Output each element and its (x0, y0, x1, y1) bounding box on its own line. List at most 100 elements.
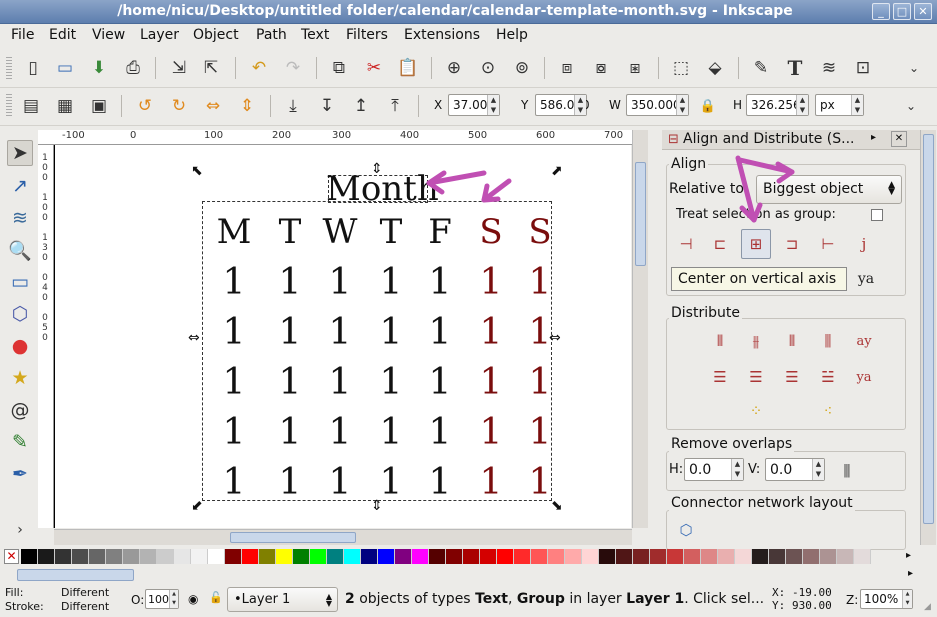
unclump-icon[interactable]: ⁖ (813, 396, 843, 426)
star-tool-icon[interactable]: ★ (7, 365, 33, 391)
visibility-eye-icon[interactable]: ◉ (188, 592, 198, 606)
color-swatch[interactable] (803, 549, 820, 564)
deselect-icon[interactable]: ▣ (88, 95, 110, 117)
color-swatch[interactable] (276, 549, 293, 564)
color-swatch[interactable] (242, 549, 259, 564)
x-stepper[interactable]: ▲ ▼ (487, 95, 499, 115)
text-font-icon[interactable]: T (784, 56, 806, 80)
select-all-icon[interactable]: ▤ (20, 95, 42, 117)
align-right-to-left-icon[interactable]: ⊣ (671, 229, 701, 259)
zoom-selection-icon[interactable]: ⊕ (443, 57, 465, 79)
y-stepper[interactable]: ▲ ▼ (574, 95, 586, 115)
color-swatch[interactable] (72, 549, 89, 564)
distribute-baseline-h-icon[interactable]: ay (849, 326, 879, 356)
color-swatch[interactable] (208, 549, 225, 564)
remove-overlaps-icon[interactable]: ⫼ (832, 456, 862, 486)
distribute-bottom-icon[interactable]: ☰ (777, 362, 807, 392)
flip-vertical-icon[interactable]: ⇕ (236, 95, 258, 117)
canvas[interactable]: Month MTWTFSS111111111111111111111111111… (54, 145, 631, 528)
dock-scrollbar[interactable] (920, 130, 936, 545)
cut-icon[interactable]: ✂ (363, 57, 385, 79)
unit-dropdown-chevron-icon[interactable]: ▲ ▼ (851, 95, 863, 115)
color-swatch[interactable] (837, 549, 854, 564)
color-swatch[interactable] (769, 549, 786, 564)
paste-icon[interactable]: 📋 (397, 57, 419, 79)
color-swatch[interactable] (616, 549, 633, 564)
color-swatch[interactable] (565, 549, 582, 564)
color-swatch[interactable] (429, 549, 446, 564)
clone-icon[interactable]: ⧇ (590, 57, 612, 79)
stroke-value[interactable]: Different (61, 600, 109, 613)
dock-menu-icon[interactable]: ▸ (871, 132, 876, 143)
w-stepper[interactable]: ▲ ▼ (676, 95, 688, 115)
color-swatch[interactable] (446, 549, 463, 564)
export-icon[interactable]: ⇱ (200, 57, 222, 79)
align-text-anchor-icon[interactable]: j (849, 229, 879, 259)
color-swatch[interactable] (327, 549, 344, 564)
horizontal-scrollbar[interactable] (54, 529, 632, 545)
distribute-center-v-icon[interactable]: ☰ (741, 362, 771, 392)
rectangle-tool-icon[interactable]: ▭ (7, 269, 33, 295)
color-swatch[interactable] (735, 549, 752, 564)
menu-layer[interactable]: Layer (140, 27, 179, 43)
fill-stroke-icon[interactable]: ✎ (750, 57, 772, 79)
node-tool-icon[interactable]: ↗ (7, 173, 33, 199)
color-swatch[interactable] (667, 549, 684, 564)
toolbar-grip[interactable] (6, 57, 12, 81)
color-swatch[interactable] (633, 549, 650, 564)
menu-filters[interactable]: Filters (346, 27, 388, 43)
color-swatch[interactable] (293, 549, 310, 564)
horizontal-scroll-thumb[interactable] (230, 532, 356, 543)
color-swatch[interactable] (650, 549, 667, 564)
zoom-tool-icon[interactable]: 🔍 (7, 237, 33, 263)
raise-top-icon[interactable]: ⤒ (384, 95, 406, 117)
tweak-tool-icon[interactable]: ≋ (7, 205, 33, 231)
save-icon[interactable]: ⬇ (88, 57, 110, 79)
color-swatch[interactable] (412, 549, 429, 564)
overlap-h-input[interactable]: 0.0 ▲ ▼ (684, 458, 744, 481)
color-swatch[interactable] (361, 549, 378, 564)
color-swatch[interactable] (191, 549, 208, 564)
xml-editor-icon[interactable]: ⊡ (852, 57, 874, 79)
dock-scroll-thumb[interactable] (923, 134, 934, 524)
unit-select[interactable]: px ▲ ▼ (815, 94, 864, 116)
menu-text[interactable]: Text (301, 27, 329, 43)
color-swatch[interactable] (786, 549, 803, 564)
vertical-scrollbar[interactable] (632, 130, 648, 528)
color-swatch[interactable] (531, 549, 548, 564)
opacity-input[interactable]: 100 ▲ ▼ (145, 589, 179, 609)
maximize-button[interactable]: □ (893, 3, 911, 20)
color-swatch[interactable] (225, 549, 242, 564)
color-swatch[interactable] (701, 549, 718, 564)
menu-file[interactable]: File (11, 27, 34, 43)
raise-icon[interactable]: ↥ (350, 95, 372, 117)
layer-select[interactable]: •Layer 1 ▲ ▼ (227, 587, 338, 612)
color-swatch[interactable] (157, 549, 174, 564)
rotate-cw-icon[interactable]: ↻ (168, 95, 190, 117)
pencil-tool-icon[interactable]: ✎ (7, 429, 33, 455)
color-swatch[interactable] (480, 549, 497, 564)
fill-value[interactable]: Different (61, 586, 109, 599)
open-icon[interactable]: ▭ (54, 57, 76, 79)
color-swatch[interactable] (684, 549, 701, 564)
baseline-align-icon[interactable]: ya (851, 264, 881, 294)
distribute-gaps-v-icon[interactable]: ☱ (813, 362, 843, 392)
palette-scroll-right-arrow-icon[interactable]: ▸ (908, 568, 913, 579)
distribute-baseline-v-icon[interactable]: ya (849, 362, 879, 392)
distribute-left-icon[interactable]: ⫴ (705, 326, 735, 356)
select-all-layers-icon[interactable]: ▦ (54, 95, 76, 117)
palette-scrollbar[interactable]: ▸ (0, 568, 920, 583)
copy-icon[interactable]: ⧉ (328, 57, 350, 79)
selector-tool-icon[interactable]: ➤ (7, 140, 33, 166)
overlap-v-stepper[interactable]: ▲ ▼ (812, 459, 824, 480)
h-input[interactable]: 326.256 ▲ ▼ (746, 94, 809, 116)
zoom-drawing-icon[interactable]: ⊙ (477, 57, 499, 79)
print-icon[interactable]: ⎙ (122, 57, 144, 79)
redo-icon[interactable]: ↷ (282, 57, 304, 79)
rotate-ccw-icon[interactable]: ↺ (134, 95, 156, 117)
palette-scroll-right-icon[interactable]: ▸ (906, 550, 911, 561)
color-swatch[interactable] (548, 549, 565, 564)
overflow-chevron-icon[interactable]: ⌄ (903, 57, 925, 79)
w-input[interactable]: 350.000 ▲ ▼ (626, 94, 689, 116)
menu-edit[interactable]: Edit (49, 27, 76, 43)
